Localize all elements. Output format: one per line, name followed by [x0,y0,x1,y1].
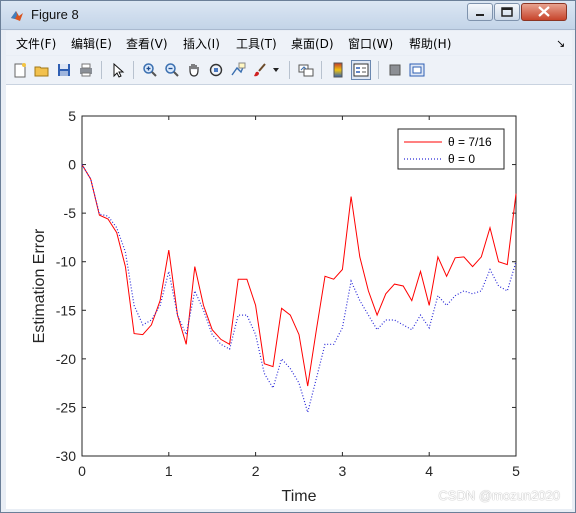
maximize-icon [501,7,513,17]
print-icon[interactable] [76,60,96,80]
save-icon[interactable] [54,60,74,80]
toolbar-separator [289,61,290,79]
figure-canvas: 0 1 2 3 4 5 5 0 -5 -10 -15 -20 -25 -30 Time Estimatio… [6,85,572,509]
x-tick-label: 4 [425,463,433,479]
figure-toolbar [6,56,572,85]
link-plot-icon[interactable] [296,60,316,80]
legend[interactable]: θ = 7/16 θ = 0 [397,128,505,170]
y-tick-label: -10 [56,254,76,270]
x-tick-label: 2 [252,463,260,479]
legend-label-series-2: θ = 0 [448,152,475,166]
y-tick-label: -30 [56,448,76,464]
hide-plot-tools-icon[interactable] [385,60,405,80]
y-tick-label: -20 [56,351,76,367]
menu-help[interactable]: 帮助(H) [409,35,451,52]
x-tick-label: 3 [339,463,347,479]
pan-hand-icon[interactable] [184,60,204,80]
y-tick-label: -25 [56,399,76,415]
x-tick-label: 1 [165,463,173,479]
maximize-button[interactable] [494,3,520,21]
watermark: CSDN @mozun2020 [438,488,560,503]
x-tick-label: 5 [512,463,520,479]
menu-view[interactable]: 查看(V) [126,35,168,52]
menu-bar: 文件(F) 编辑(E) 查看(V) 插入(I) 工具(T) 桌面(D) 窗口(W… [6,31,572,55]
toolbar-separator [101,61,102,79]
line-plot[interactable]: 0 1 2 3 4 5 5 0 -5 -10 -15 -20 -25 -30 Time Estimatio… [6,85,572,509]
brush-icon[interactable] [250,60,270,80]
show-plot-tools-icon[interactable] [407,60,427,80]
y-tick-label: -15 [56,302,76,318]
window-title: Figure 8 [31,7,79,22]
toolbar-separator [321,61,322,79]
menu-edit[interactable]: 编辑(E) [71,35,112,52]
matlab-logo-icon [11,11,23,21]
menu-insert[interactable]: 插入(I) [183,35,220,52]
minimize-icon [476,14,484,16]
legend-label-series-1: θ = 7/16 [448,135,492,149]
menu-file[interactable]: 文件(F) [16,35,56,52]
new-figure-icon[interactable] [10,60,30,80]
rotate-3d-icon[interactable] [206,60,226,80]
close-icon [538,6,550,17]
close-button[interactable] [521,3,567,21]
y-tick-label: -5 [64,205,77,221]
arrow-pointer-icon[interactable] [108,60,128,80]
toolbar-separator [133,61,134,79]
menu-window[interactable]: 窗口(W) [348,35,393,52]
figure-window: Figure 8 文件(F) 编辑(E) 查看(V) 插入(I) 工具(T) 桌… [0,0,576,513]
menu-tools[interactable]: 工具(T) [236,35,277,52]
open-file-icon[interactable] [32,60,52,80]
x-axis-label: Time [282,488,317,505]
y-tick-label: 0 [68,157,76,173]
legend-icon[interactable] [351,60,371,80]
y-tick-label: 5 [68,108,76,124]
menu-desktop[interactable]: 桌面(D) [291,35,334,52]
title-bar[interactable]: Figure 8 [1,1,575,30]
toolbar-separator [378,61,379,79]
zoom-out-icon[interactable] [162,60,182,80]
data-cursor-icon[interactable] [228,60,248,80]
brush-dropdown-icon[interactable] [270,60,282,80]
menu-overflow-icon[interactable]: ↘ [556,37,565,50]
minimize-button[interactable] [467,3,493,21]
zoom-in-icon[interactable] [140,60,160,80]
y-axis-label: Estimation Error [31,228,48,343]
x-tick-label: 0 [78,463,86,479]
colorbar-icon[interactable] [328,60,348,80]
